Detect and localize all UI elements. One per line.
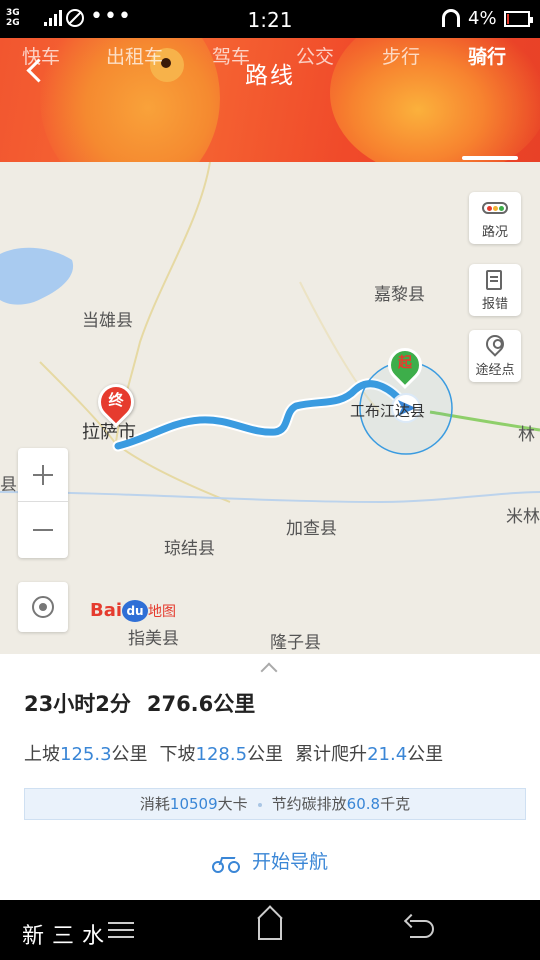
location-pin-icon: [482, 331, 508, 357]
report-error-button[interactable]: 报错: [469, 264, 521, 316]
report-label: 报错: [481, 297, 508, 312]
downhill-stat: 下坡128.5公里: [159, 744, 284, 765]
zoom-out-button[interactable]: [18, 503, 68, 557]
baidu-map-logo: Bai du 地图: [90, 600, 177, 622]
active-tab-indicator: [462, 156, 518, 160]
route-header: 路线 快车 出租车 驾车 公交 步行 骑行: [0, 38, 540, 162]
tab-walk[interactable]: 步行: [382, 42, 420, 69]
expand-panel-handle[interactable]: [260, 662, 278, 672]
lake-shape: [0, 247, 74, 305]
menu-icon[interactable]: [108, 922, 134, 938]
map-label: 琼结县: [164, 539, 215, 559]
back-icon[interactable]: [410, 920, 434, 938]
battery-percent: 4%: [468, 8, 497, 29]
map-label: 当雄县: [82, 311, 133, 331]
map-label: 拉萨市: [82, 422, 136, 443]
destination-marker-label: 终: [108, 391, 124, 409]
bicycle-icon: [211, 853, 242, 873]
energy-banner: 消耗10509大卡 节约碳排放60.8千克: [24, 788, 526, 820]
map-label: 县: [0, 475, 17, 495]
route-distance: 276.6公里: [146, 692, 256, 716]
status-bar: 3G 2G ••• 1:21 4%: [0, 0, 540, 38]
map-label: 林: [518, 425, 535, 445]
map-label: 嘉黎县: [374, 285, 425, 305]
route-duration: 23小时2分: [24, 692, 131, 716]
waypoint-button[interactable]: 途经点: [469, 330, 521, 382]
battery-icon: [504, 11, 533, 27]
headphone-icon: [442, 9, 460, 27]
climb-stat: 累计爬升21.4公里: [295, 744, 444, 765]
locate-me-button[interactable]: [18, 582, 68, 632]
separator-dot: [257, 802, 262, 807]
tab-express[interactable]: 快车: [22, 42, 60, 69]
route-summary-panel: 23小时2分 276.6公里 上坡125.3公里 下坡128.5公里 累计爬升21.4…: [0, 654, 540, 900]
system-nav-bar: 新三水: [0, 900, 540, 960]
map-canvas: [0, 162, 540, 504]
map-label: 米林: [506, 507, 540, 527]
tab-taxi[interactable]: 出租车: [106, 42, 163, 69]
river-line: [0, 491, 540, 504]
traffic-label: 路况: [481, 225, 508, 240]
start-navigation-label: 开始导航: [251, 851, 328, 873]
crosshair-icon: [32, 596, 54, 618]
route-summary: 23小时2分 276.6公里: [24, 688, 255, 718]
traffic-button[interactable]: 路况: [469, 192, 521, 244]
zoom-control: [18, 448, 68, 558]
page-title: 路线: [245, 63, 295, 89]
watermark-text: 新三水: [22, 924, 113, 949]
tab-cycling[interactable]: 骑行: [468, 42, 506, 69]
waypoint-label: 途经点: [475, 363, 515, 378]
uphill-stat: 上坡125.3公里: [24, 744, 148, 765]
start-navigation-button[interactable]: 开始导航: [0, 842, 540, 882]
tab-transit[interactable]: 公交: [296, 42, 334, 69]
report-icon: [486, 270, 502, 290]
map-label: 工布江达县: [350, 402, 426, 420]
elevation-stats: 上坡125.3公里 下坡128.5公里 累计爬升21.4公里: [24, 740, 443, 766]
map-label: 隆子县: [270, 633, 321, 653]
calorie-stat: 消耗10509大卡: [139, 795, 248, 813]
origin-marker-label: 起: [398, 355, 412, 371]
map-label: 指美县: [128, 629, 179, 649]
tab-drive[interactable]: 驾车: [212, 42, 250, 69]
map-label: 加查县: [286, 519, 337, 539]
zoom-in-button[interactable]: [18, 448, 68, 502]
traffic-light-icon: [482, 202, 508, 214]
map-view[interactable]: 当雄县 嘉黎县 拉萨市 林 县 工布江达县 加查县 米林 琼结县 指美县 隆子县…: [0, 162, 540, 654]
carbon-stat: 节约碳排放60.8千克: [271, 795, 411, 813]
home-icon[interactable]: [258, 918, 282, 940]
